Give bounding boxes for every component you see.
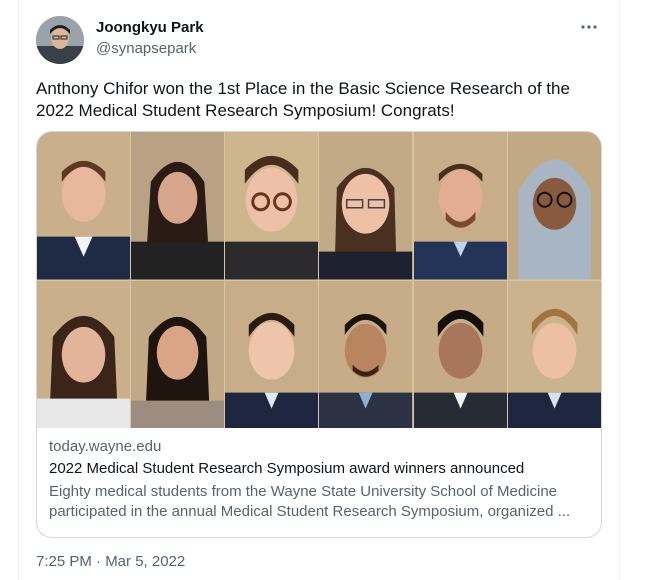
author-handle[interactable]: @synapsepark: [96, 40, 196, 57]
link-card-image[interactable]: [37, 132, 601, 428]
portrait-photo: [225, 280, 319, 428]
portrait-photo: [507, 132, 601, 280]
tweet-timestamp[interactable]: 7:25 PM · Mar 5, 2022: [36, 553, 185, 570]
tweet[interactable]: Joongkyu Park @synapsepark Anthony Chifo…: [18, 0, 618, 580]
portrait-photo: [131, 280, 225, 428]
portrait-photo: [507, 280, 601, 428]
link-card-domain: today.wayne.edu: [49, 438, 162, 455]
tweet-text: Anthony Chifor won the 1st Place in the …: [36, 79, 570, 120]
link-card-title[interactable]: 2022 Medical Student Research Symposium …: [49, 460, 589, 477]
portrait-photo: [225, 132, 319, 280]
portrait-photo: [37, 132, 131, 280]
author-name[interactable]: Joongkyu Park: [96, 19, 204, 36]
portrait-photo: [413, 132, 507, 280]
more-horizontal-icon: [581, 25, 597, 29]
avatar[interactable]: [36, 16, 84, 64]
portrait-photo: [37, 280, 131, 428]
link-card[interactable]: today.wayne.edu 2022 Medical Student Res…: [36, 131, 602, 538]
link-card-description: Eighty medical students from the Wayne S…: [49, 483, 571, 520]
portrait-photo: [319, 280, 413, 428]
portrait-photo: [131, 132, 225, 280]
more-options-button[interactable]: [576, 14, 602, 40]
portrait-photo: [413, 280, 507, 428]
portrait-photo: [319, 132, 413, 280]
